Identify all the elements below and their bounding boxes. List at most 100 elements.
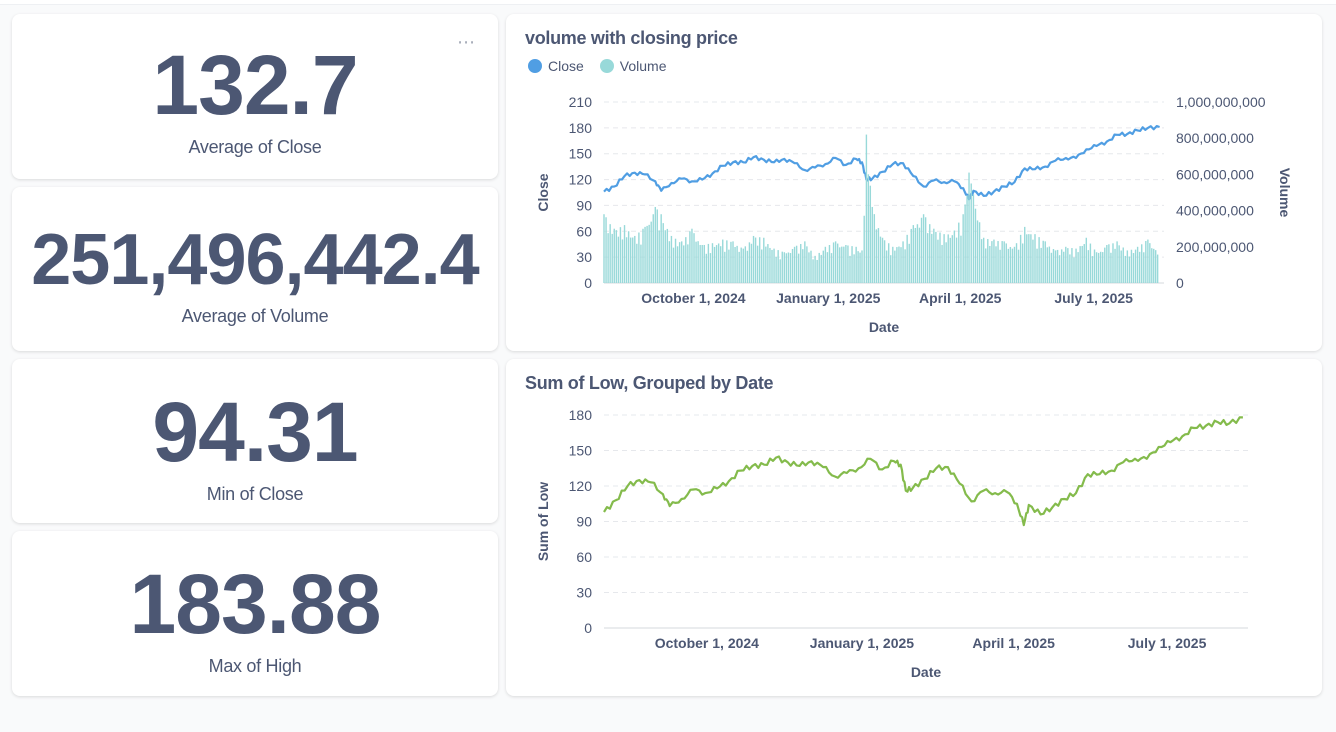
volume-bar	[763, 237, 765, 283]
y-tick-label: 150	[569, 443, 593, 459]
volume-bar	[758, 237, 761, 283]
volume-bar	[648, 224, 650, 283]
volume-bar	[1044, 241, 1046, 283]
volume-bar	[834, 241, 837, 283]
volume-bar	[861, 250, 863, 283]
scalar-card-average-close[interactable]: ⋯ 132.7 Average of Close	[12, 14, 498, 179]
volume-bar	[1085, 237, 1088, 283]
scalar-card-min-close[interactable]: 94.31 Min of Close	[12, 359, 498, 523]
volume-bar	[1136, 246, 1139, 283]
volume-bar	[828, 245, 831, 283]
volume-bar	[1141, 244, 1143, 283]
chart-card-volume-close[interactable]: volume with closing price Close Volume 0…	[506, 14, 1322, 351]
volume-bar	[629, 237, 632, 283]
volume-bar	[1093, 249, 1096, 283]
volume-bar	[1017, 249, 1020, 283]
volume-bar	[701, 244, 703, 283]
volume-bar	[1108, 244, 1110, 283]
volume-bar	[1058, 255, 1061, 283]
volume-bar	[953, 230, 956, 283]
volume-bar	[1083, 244, 1085, 283]
scalar-label[interactable]: Average of Volume	[182, 306, 329, 327]
y-tick-label: 0	[584, 620, 592, 636]
volume-bar	[1024, 226, 1026, 283]
volume-bar	[904, 249, 906, 283]
volume-bar	[1081, 245, 1083, 283]
x-tick-label: January 1, 2025	[776, 290, 881, 306]
volume-bar	[810, 250, 812, 283]
volume-bar	[634, 235, 636, 283]
ellipsis-icon[interactable]: ⋯	[457, 32, 476, 53]
volume-bar	[761, 249, 763, 283]
scalar-value: 94.31	[152, 384, 358, 479]
volume-bar	[887, 243, 890, 283]
volume-bar	[816, 259, 818, 283]
volume-bar	[818, 252, 820, 283]
volume-bar	[748, 242, 751, 283]
volume-bar	[765, 246, 767, 283]
volume-bar	[1114, 248, 1116, 283]
volume-bar	[863, 215, 865, 283]
volume-bar	[1019, 234, 1022, 283]
volume-bar	[1060, 249, 1063, 283]
x-tick-label: January 1, 2025	[810, 635, 915, 651]
volume-bar	[926, 233, 929, 283]
scalar-label[interactable]: Average of Close	[189, 137, 322, 158]
y2-axis-title: Volume	[1277, 168, 1293, 218]
volume-bar	[1026, 234, 1028, 283]
volume-bar	[933, 228, 935, 283]
volume-bar	[999, 249, 1001, 283]
y2-tick-label: 200,000,000	[1176, 239, 1254, 255]
volume-bar	[1005, 243, 1007, 283]
volume-bar	[623, 225, 626, 283]
y2-tick-label: 0	[1176, 275, 1184, 291]
volume-bar	[1091, 256, 1094, 283]
volume-bar	[1009, 246, 1012, 283]
volume-bar	[943, 234, 945, 283]
top-bar	[0, 0, 1336, 5]
scalar-value: 183.88	[129, 557, 382, 651]
volume-bar	[1063, 251, 1065, 283]
volume-bar	[855, 246, 857, 283]
volume-bar	[918, 227, 921, 283]
volume-bar	[1153, 248, 1155, 283]
scalar-card-average-volume[interactable]: 251,496,442.4 Average of Volume	[12, 187, 498, 351]
volume-bar	[1011, 248, 1014, 283]
volume-bar	[699, 244, 701, 283]
volume-bar	[736, 245, 738, 283]
volume-bar	[955, 237, 958, 283]
volume-bar	[754, 237, 757, 283]
volume-bar	[1015, 243, 1018, 283]
x-tick-label: April 1, 2025	[919, 290, 1002, 306]
y-tick-label: 180	[569, 120, 593, 136]
volume-bar	[900, 247, 902, 283]
scalar-label[interactable]: Max of High	[209, 656, 302, 677]
volume-bar	[1040, 247, 1042, 283]
volume-bar	[662, 223, 664, 283]
scalar-label[interactable]: Min of Close	[207, 484, 304, 505]
volume-bar	[715, 245, 718, 283]
volume-bar	[1120, 250, 1122, 283]
volume-bar	[922, 214, 925, 283]
volume-bar	[785, 253, 788, 283]
y2-tick-label: 1,000,000,000	[1176, 94, 1266, 110]
volume-bar	[603, 214, 605, 283]
x-tick-label: July 1, 2025	[1128, 635, 1207, 651]
volume-bar	[883, 240, 886, 283]
chart-card-sum-of-low[interactable]: Sum of Low, Grouped by Date 0 30 60 90 120 15…	[506, 359, 1322, 696]
volume-bar	[1124, 255, 1126, 283]
volume-bar	[611, 233, 613, 283]
volume-bar	[877, 228, 880, 283]
volume-bar	[1099, 251, 1102, 283]
volume-bar	[808, 252, 810, 283]
volume-bar	[613, 228, 615, 283]
y2-tick-label: 600,000,000	[1176, 166, 1254, 182]
volume-bar	[1116, 241, 1118, 283]
line-chart[interactable]: 0 30 60 90 120 150 180 October 1, 2024 January 1…	[506, 359, 1322, 696]
volume-bar	[1052, 249, 1055, 283]
volume-bar	[832, 242, 835, 283]
scalar-card-max-high[interactable]: 183.88 Max of High	[12, 531, 498, 696]
combo-chart[interactable]: 0 30 60 90 120 150 180 210 0 200,000,000 400,000,0…	[506, 14, 1322, 351]
volume-bar	[717, 243, 720, 283]
volume-bar	[1095, 252, 1098, 283]
